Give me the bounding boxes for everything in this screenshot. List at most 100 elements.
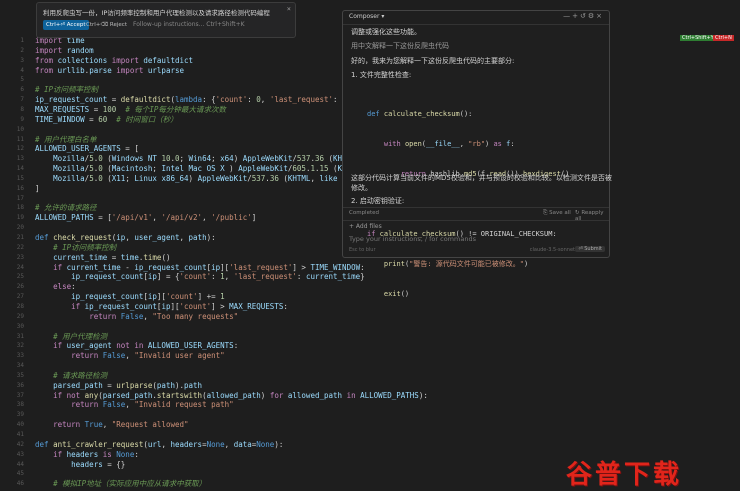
line-number: 26: [16, 283, 24, 291]
code-line[interactable]: Mozilla/5.0 (Windows NT 10.0; Win64; x64…: [35, 154, 378, 164]
line-number: 30: [16, 322, 24, 330]
explanation-line: 这部分代码计算当前文件的MD5校验和，并与预设的校验和比较。以检测文件是否被: [351, 174, 612, 182]
code-line[interactable]: else:: [35, 282, 76, 292]
composer-toolbar: —+↺⚙×: [563, 12, 604, 20]
accept-all-hint[interactable]: Ctrl+Shift+Y: [680, 35, 716, 41]
code-line[interactable]: headers = {}: [35, 460, 125, 470]
line-number: 39: [16, 411, 24, 419]
code-line[interactable]: # 用户代理白名单: [35, 135, 97, 145]
code-line[interactable]: import random: [35, 46, 94, 56]
code-line[interactable]: return False, "Invalid request path": [35, 400, 234, 410]
line-number: 6: [20, 86, 24, 94]
line-number: 2: [20, 46, 24, 54]
code-line[interactable]: ip_request_count[ip]['count'] += 1: [35, 292, 225, 302]
line-number: 4: [20, 66, 24, 74]
code-line[interactable]: ALLOWED_USER_AGENTS = [: [35, 144, 139, 154]
line-number: 24: [16, 263, 24, 271]
watermark-logo: 谷普下载: [560, 452, 690, 490]
code-line[interactable]: ]: [35, 184, 40, 194]
line-number: 43: [16, 450, 24, 458]
code-line[interactable]: ALLOWED_PATHS = ['/api/v1', '/api/v2', '…: [35, 213, 256, 223]
line-number: 36: [16, 381, 24, 389]
line-number: 29: [16, 312, 24, 320]
add-files-button[interactable]: + Add files: [349, 223, 382, 230]
line-number: 18: [16, 204, 24, 212]
line-number: 13: [16, 155, 24, 163]
line-number: 17: [16, 194, 24, 202]
watermark-text: 谷普下载: [566, 460, 683, 490]
explanation-line: 修改。: [351, 184, 372, 192]
line-number: 9: [20, 115, 24, 123]
code-line[interactable]: if ip_request_count[ip]['count'] > MAX_R…: [35, 302, 288, 312]
code-line[interactable]: # IP访问频率控制: [35, 243, 116, 253]
line-number: 16: [16, 184, 24, 192]
code-line[interactable]: # 模拟IP地址（实际应用中应从请求中获取）: [35, 479, 206, 489]
close-icon[interactable]: ×: [596, 12, 604, 20]
save-all-button[interactable]: ⎘ Save all: [543, 210, 571, 217]
settings-icon[interactable]: ⚙: [588, 12, 596, 20]
line-number: 15: [16, 174, 24, 182]
line-number: 7: [20, 96, 24, 104]
line-number: 28: [16, 302, 24, 310]
line-number: 21: [16, 234, 24, 241]
line-number: 12: [16, 145, 24, 153]
model-selector[interactable]: claude-3.5-sonnet: [530, 247, 575, 253]
line-number: 23: [16, 253, 24, 261]
line-number: 11: [16, 135, 24, 143]
code-line[interactable]: if headers is None:: [35, 450, 139, 460]
inline-edit-prompt: 利用反爬虫写一份，IP访问频率控制和用户代理检测以及请求路径检测代码编程 Ctr…: [36, 2, 296, 38]
code-line[interactable]: from collections import defaultdict: [35, 56, 193, 66]
line-number: 19: [16, 214, 24, 222]
code-line[interactable]: if not any(parsed_path.startswith(allowe…: [35, 391, 428, 401]
code-line[interactable]: parsed_path = urlparse(path).path: [35, 381, 202, 391]
code-line[interactable]: current_time = time.time(): [35, 253, 170, 263]
line-number: 33: [16, 352, 24, 360]
line-number: 46: [16, 480, 24, 488]
composer-title[interactable]: Composer ▾: [349, 13, 384, 20]
submit-button[interactable]: ⏎ Submit: [575, 246, 605, 252]
minus-icon[interactable]: —: [563, 12, 572, 20]
code-line[interactable]: if user_agent not in ALLOWED_USER_AGENTS…: [35, 341, 238, 351]
reject-button[interactable]: Ctrl+⌫ Reject: [86, 20, 127, 30]
history-icon[interactable]: ↺: [580, 12, 588, 20]
code-line[interactable]: TIME_WINDOW = 60 # 时间窗口（秒）: [35, 115, 178, 125]
code-line[interactable]: return False, "Too many requests": [35, 312, 238, 322]
code-line[interactable]: # IP访问频率控制: [35, 85, 98, 95]
close-icon[interactable]: ×: [287, 5, 291, 13]
code-line[interactable]: MAX_REQUESTS = 100 # 每个IP每分钟最大请求次数: [35, 105, 226, 115]
instruction-input[interactable]: Type your instructions, / for commands: [349, 235, 476, 243]
accept-button[interactable]: Ctrl+⏎ Accept: [43, 20, 89, 30]
code-line[interactable]: return True, "Request allowed": [35, 420, 188, 430]
line-number: 45: [16, 470, 24, 478]
code-line[interactable]: ip_request_count[ip] = {'count': 1, 'las…: [35, 272, 365, 282]
code-line[interactable]: Mozilla/5.0 (X11; Linux x86_64) AppleWeb…: [35, 174, 378, 184]
code-line[interactable]: return False, "Invalid user agent": [35, 351, 225, 361]
plus-icon[interactable]: +: [572, 12, 580, 20]
line-number: 40: [16, 421, 24, 429]
reject-all-hint[interactable]: Ctrl+N: [713, 35, 734, 41]
line-number: 35: [16, 371, 24, 379]
composer-header: Composer ▾ —+↺⚙×: [343, 11, 609, 25]
line-number: 31: [16, 332, 24, 340]
line-number: 34: [16, 362, 24, 370]
line-number: 8: [20, 105, 24, 113]
line-number: 5: [20, 76, 24, 84]
line-number: 1: [20, 37, 24, 44]
code-line[interactable]: ip_request_count = defaultdict(lambda: {…: [35, 95, 356, 105]
message-line: 调整或强化这些功能。: [351, 28, 421, 36]
code-line[interactable]: Mozilla/5.0 (Macintosh; Intel Mac OS X )…: [35, 164, 347, 174]
prompt-text: 利用反爬虫写一份，IP访问频率控制和用户代理检测以及请求路径检测代码编程: [43, 9, 270, 17]
code-line[interactable]: # 请求路径检测: [35, 371, 107, 381]
code-line[interactable]: def check_request(ip, user_agent, path):: [35, 233, 216, 243]
code-line[interactable]: from urllib.parse import urlparse: [35, 66, 184, 76]
code-line[interactable]: # 允许的请求路径: [35, 203, 97, 213]
code-line[interactable]: if current_time - ip_request_count[ip]['…: [35, 263, 365, 273]
blur-hint: Esc to blur: [349, 247, 376, 253]
code-line[interactable]: def anti_crawler_request(url, headers=No…: [35, 440, 283, 450]
follow-up-input[interactable]: Follow-up instructions... Ctrl+Shift+K: [133, 20, 245, 30]
line-number: 44: [16, 460, 24, 468]
line-number: 22: [16, 243, 24, 251]
code-line[interactable]: # 用户代理检测: [35, 332, 107, 342]
assistant-intro: 好的，我来为您解释一下这份反爬虫代码的主要部分:: [351, 57, 515, 65]
reapply-all-button[interactable]: ↻ Reapply all: [575, 210, 609, 222]
